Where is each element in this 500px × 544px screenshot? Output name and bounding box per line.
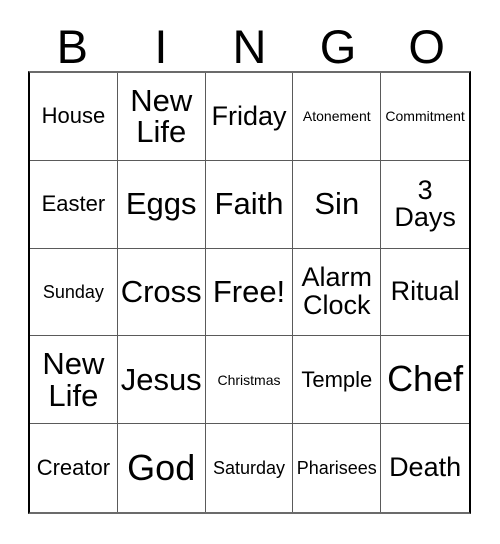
bingo-cell-r1c1[interactable]: House [30,73,118,161]
bingo-cell-label: Cross [120,274,202,310]
bingo-cell-label: Free! [212,274,286,310]
bingo-cell-r1c4[interactable]: Atonement [293,73,382,161]
bingo-cell-r2c1[interactable]: Easter [30,160,118,249]
bingo-cell-label: Christmas [217,371,281,388]
bingo-cell-r5c1[interactable]: Creator [30,424,118,512]
bingo-cell-r5c5[interactable]: Death [381,424,469,512]
bingo-cell-r4c4[interactable]: Temple [293,336,382,425]
bingo-cell-label: Commitment [385,108,465,125]
bingo-cell-r5c3[interactable]: Saturday [205,424,294,512]
bingo-cell-label: Death [389,452,462,483]
bingo-cell-label: Pharisees [296,457,377,478]
bingo-grid: House New Life Friday Atonement Commitment Ea… [28,71,471,514]
bingo-cell-label: House [41,103,106,129]
bingo-cell-label: Creator [36,454,111,480]
bingo-cell-r3c1[interactable]: Sunday [30,248,118,337]
bingo-cell-label: Alarm Clock [301,262,373,320]
bingo-cell-r3c5[interactable]: Ritual [381,248,469,337]
bingo-cell-label: Sunday [42,281,104,302]
bingo-cell-r3c2[interactable]: Cross [117,248,206,337]
bingo-cell-label: Ritual [390,276,460,307]
bingo-cell-r2c5[interactable]: 3 Days [381,160,469,249]
bingo-cell-label: Temple [301,366,373,392]
bingo-cell-r4c3[interactable]: Christmas [205,336,294,425]
bingo-cell-r5c2[interactable]: God [117,424,206,512]
bingo-cell-r3c4[interactable]: Alarm Clock [293,248,382,337]
bingo-header-letter-b: B [56,20,88,73]
bingo-cell-label: Easter [41,190,106,216]
bingo-cell-label: Friday [211,100,287,131]
bingo-cell-label: 3 Days [394,174,456,233]
bingo-header: B I NGO [28,20,471,70]
bingo-cell-r5c4[interactable]: Pharisees [293,424,382,512]
bingo-cell-r2c4[interactable]: Sin [293,160,382,249]
bingo-cell-label: Atonement [302,108,371,125]
bingo-header-letter-i: I [154,20,168,73]
bingo-card: B I NGO House New Life Friday Atonement Commit… [0,0,500,544]
bingo-cell-r1c3[interactable]: Friday [205,73,294,161]
bingo-cell-r2c2[interactable]: Eggs [117,160,206,249]
bingo-cell-label: New Life [130,82,193,150]
bingo-cell-r3c3[interactable]: Free! [205,248,294,337]
bingo-cell-label: Eggs [125,186,197,222]
bingo-header-letter-n: N [232,20,267,73]
bingo-cell-r2c3[interactable]: Faith [205,160,294,249]
bingo-cell-label: Sin [314,186,360,222]
bingo-cell-label: Saturday [212,457,286,478]
bingo-cell-r1c5[interactable]: Commitment [381,73,469,161]
bingo-cell-r4c1[interactable]: New Life [30,336,118,425]
bingo-cell-label: Chef [387,358,464,400]
bingo-header-letter-o: O [408,20,445,73]
bingo-cell-label: New Life [42,346,105,413]
bingo-cell-label: God [127,446,196,488]
bingo-cell-r4c5[interactable]: Chef [381,336,469,425]
bingo-cell-r4c2[interactable]: Jesus [117,336,206,425]
bingo-cell-label: Faith [214,186,284,222]
bingo-header-letter-g: G [319,20,357,73]
bingo-cell-label: Jesus [120,361,202,397]
bingo-cell-r1c2[interactable]: New Life [117,73,206,161]
